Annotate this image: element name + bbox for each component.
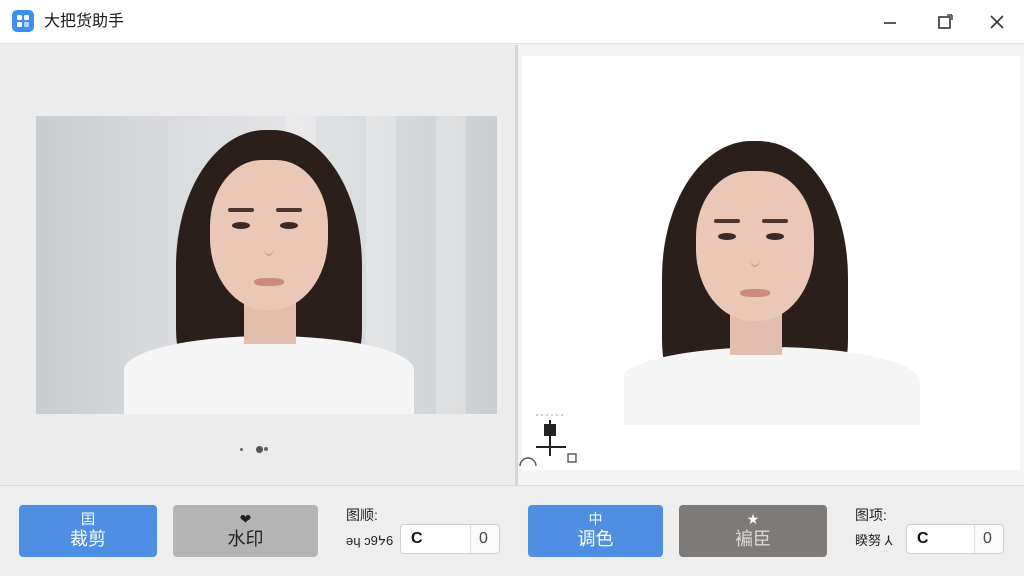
color-adjust-icon: 中 — [588, 511, 603, 527]
right-field-sublabel: 睽努 ⅄ — [855, 533, 893, 548]
right-value-input[interactable]: C — [907, 525, 975, 553]
left-value-stepper[interactable]: C 0 — [400, 524, 500, 554]
app-logo-icon — [12, 10, 34, 32]
right-value-stepper[interactable]: C 0 — [906, 524, 1004, 554]
right-field-label: 图项: — [855, 507, 887, 523]
processed-photo[interactable] — [624, 127, 946, 425]
crop-handle-icon — [519, 414, 577, 467]
heart-icon: ❤ — [239, 511, 252, 527]
processed-image-panel — [518, 45, 1024, 485]
left-field-sublabel: ǝɥ ɔ9ᔭ6 — [346, 533, 394, 548]
close-icon — [990, 15, 1004, 29]
crop-button[interactable]: 囯 裁剪 — [19, 505, 157, 557]
original-photo[interactable] — [36, 116, 497, 414]
crop-icon: 囯 — [81, 511, 95, 527]
title-bar: 大把货助手 — [0, 0, 1024, 44]
app-title: 大把货助手 — [44, 13, 125, 30]
maximize-button[interactable] — [929, 8, 961, 36]
color-adjust-button-label: 调色 — [577, 529, 614, 549]
effect-button-label: 褊臣 — [735, 529, 771, 549]
crop-handle-widget[interactable] — [518, 410, 582, 467]
left-field-label: 图顺: — [346, 507, 378, 523]
watermark-button[interactable]: ❤ 水印 — [173, 505, 318, 557]
original-image-panel — [0, 45, 515, 485]
preview-canvas — [522, 56, 1020, 470]
left-value-display: 0 — [479, 530, 488, 547]
close-button[interactable] — [981, 8, 1013, 36]
star-icon: ★ — [746, 511, 760, 527]
minimize-icon — [884, 22, 896, 24]
image-pager[interactable] — [238, 445, 278, 453]
maximize-icon — [938, 14, 953, 29]
minimize-button[interactable] — [874, 8, 906, 36]
bottom-toolbar: 囯 裁剪 ❤ 水印 图顺: ǝɥ ɔ9ᔭ6 C 0 中 调色 ★ 褊臣 图项: … — [0, 485, 1024, 576]
color-adjust-button[interactable]: 中 调色 — [528, 505, 663, 557]
watermark-button-label: 水印 — [227, 529, 264, 549]
left-value-input[interactable]: C — [401, 525, 471, 553]
crop-button-label: 裁剪 — [70, 529, 106, 549]
right-value-display: 0 — [983, 530, 992, 547]
effect-button[interactable]: ★ 褊臣 — [679, 505, 827, 557]
